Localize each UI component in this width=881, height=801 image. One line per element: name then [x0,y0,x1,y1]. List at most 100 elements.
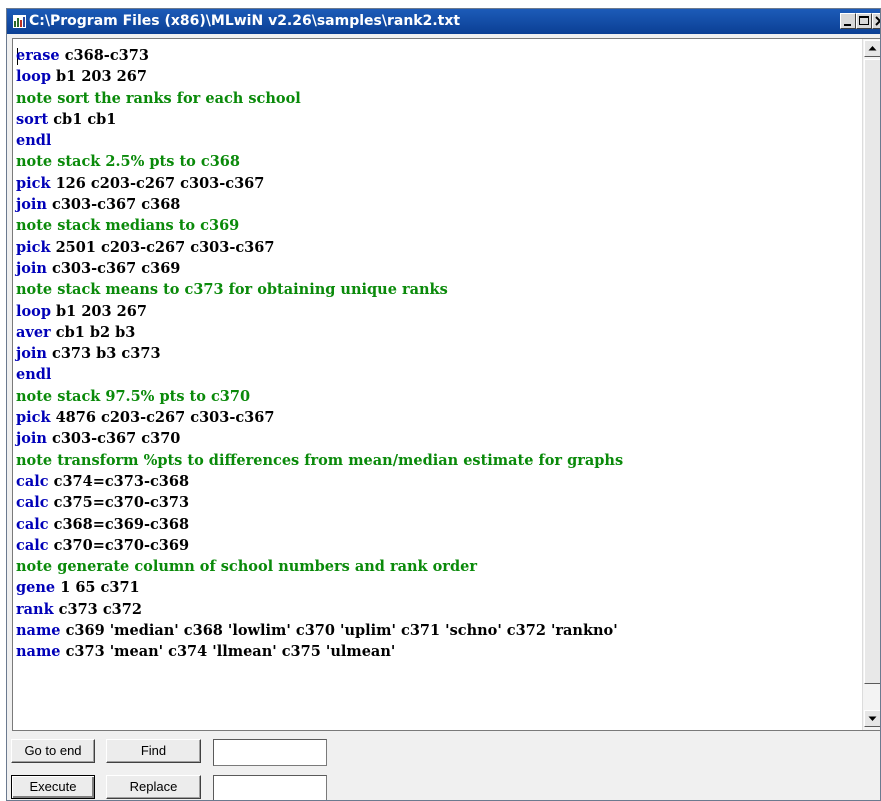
find-button[interactable]: Find [106,739,201,763]
command-arguments: stack 97.5% pts to c370 [52,387,251,405]
command-arguments: cb1 cb1 [48,110,117,128]
code-line[interactable]: rank c373 c372 [16,599,623,620]
command-arguments: c303-c367 c368 [46,196,181,214]
command-keyword: name [16,643,61,661]
execute-button[interactable]: Execute [11,775,95,799]
scroll-down-icon[interactable] [864,710,880,727]
command-keyword: note [16,387,53,405]
scroll-up-icon[interactable] [864,40,880,57]
command-keyword: pick [16,238,51,256]
code-line[interactable]: join c303-c367 c368 [16,194,623,215]
command-arguments: stack medians to c369 [52,217,240,235]
code-line[interactable]: note stack means to c373 for obtaining u… [16,279,623,300]
command-arguments: cb1 b2 b3 [50,323,136,341]
command-arguments: stack 2.5% pts to c368 [52,153,240,171]
command-arguments: c368-c373 [59,47,149,64]
command-keyword: pick [16,174,51,192]
command-keyword: calc [16,536,49,554]
code-line[interactable]: name c369 'median' c368 'lowlim' c370 'u… [16,620,623,641]
code-line[interactable]: aver cb1 b2 b3 [16,322,623,343]
command-keyword: name [16,622,61,640]
command-arguments: c303-c367 c369 [46,259,181,277]
scroll-thumb[interactable] [864,59,880,684]
minimize-icon[interactable] [840,13,856,29]
command-arguments: c373 c372 [53,600,142,618]
code-line[interactable]: join c303-c367 c369 [16,258,623,279]
code-line[interactable]: pick 4876 c203-c267 c303-c367 [16,407,623,428]
close-icon[interactable] [872,13,880,29]
code-line[interactable]: erase c368-c373 [16,45,623,66]
command-arguments: c374=c373-c368 [48,472,190,490]
code-line[interactable]: pick 126 c203-c267 c303-c367 [16,173,623,194]
code-line[interactable]: pick 2501 c203-c267 c303-c367 [16,237,623,258]
command-arguments: 1 65 c371 [55,579,140,597]
code-line[interactable]: note sort the ranks for each school [16,88,623,109]
code-line[interactable]: name c373 'mean' c374 'llmean' c375 'ulm… [16,641,623,662]
command-keyword: join [16,430,47,448]
find-input[interactable] [213,739,327,766]
command-keyword: note [16,281,53,299]
command-keyword: erase [16,47,60,64]
command-keyword: endl [16,366,52,384]
code-line[interactable]: note stack 2.5% pts to c368 [16,151,623,172]
command-arguments: sort the ranks for each school [52,89,301,107]
command-arguments: c368=c369-c368 [48,515,190,533]
command-keyword: gene [16,579,56,597]
code-line[interactable]: calc c368=c369-c368 [16,514,623,535]
command-keyword: aver [16,323,51,341]
code-line[interactable]: calc c370=c370-c369 [16,535,623,556]
command-arguments: b1 203 267 [51,302,147,320]
command-arguments: c375=c370-c373 [48,494,190,512]
code-line[interactable]: loop b1 203 267 [16,301,623,322]
command-arguments: 126 c203-c267 c303-c367 [50,174,265,192]
code-line[interactable]: gene 1 65 c371 [16,577,623,598]
script-editor[interactable]: erase c368-c373 loop b1 203 267 note sort … [12,38,880,731]
command-arguments: 4876 c203-c267 c303-c367 [50,409,275,427]
command-arguments: c373 'mean' c374 'llmean' c375 'ulmean' [60,643,396,661]
code-line[interactable]: join c373 b3 c373 [16,343,623,364]
go-to-end-button[interactable]: Go to end [11,739,95,763]
code-line[interactable]: note transform %pts to differences from … [16,450,623,471]
command-keyword: calc [16,515,49,533]
code-line[interactable]: endl [16,130,623,151]
vertical-scrollbar[interactable] [862,39,880,730]
command-keyword: note [16,451,53,469]
command-keyword: pick [16,409,51,427]
command-keyword: join [16,259,47,277]
command-keyword: note [16,217,53,235]
code-line[interactable]: note stack 97.5% pts to c370 [16,386,623,407]
command-keyword: sort [16,110,49,128]
command-keyword: note [16,89,53,107]
command-arguments: generate column of school numbers and ra… [52,558,477,576]
command-arguments: c303-c367 c370 [46,430,181,448]
replace-button[interactable]: Replace [106,775,201,799]
command-keyword: join [16,345,47,363]
command-keyword: loop [16,68,51,86]
code-line[interactable]: calc c375=c370-c373 [16,492,623,513]
command-keyword: join [16,196,47,214]
script-text[interactable]: erase c368-c373 loop b1 203 267 note sort … [16,45,623,663]
command-keyword: endl [16,132,52,150]
command-keyword: calc [16,494,49,512]
replace-input[interactable] [213,775,327,800]
code-line[interactable]: loop b1 203 267 [16,66,623,87]
command-keyword: calc [16,472,49,490]
command-arguments: stack means to c373 for obtaining unique… [52,281,448,299]
editor-window: C:\Program Files (x86)\MLwiN v2.26\sampl… [6,8,881,801]
code-line[interactable]: calc c374=c373-c368 [16,471,623,492]
mlwin-app-icon [13,15,26,28]
command-arguments: 2501 c203-c267 c303-c367 [50,238,275,256]
window-title: C:\Program Files (x86)\MLwiN v2.26\sampl… [29,13,461,29]
command-keyword: loop [16,302,51,320]
code-line[interactable]: note generate column of school numbers a… [16,556,623,577]
maximize-icon[interactable] [856,13,872,29]
code-line[interactable]: endl [16,364,623,385]
code-line[interactable]: join c303-c367 c370 [16,428,623,449]
command-arguments: b1 203 267 [51,68,147,86]
command-keyword: rank [16,600,54,618]
command-keyword: note [16,153,53,171]
title-bar[interactable]: C:\Program Files (x86)\MLwiN v2.26\sampl… [7,9,880,34]
code-line[interactable]: sort cb1 cb1 [16,109,623,130]
command-keyword: note [16,558,53,576]
code-line[interactable]: note stack medians to c369 [16,215,623,236]
